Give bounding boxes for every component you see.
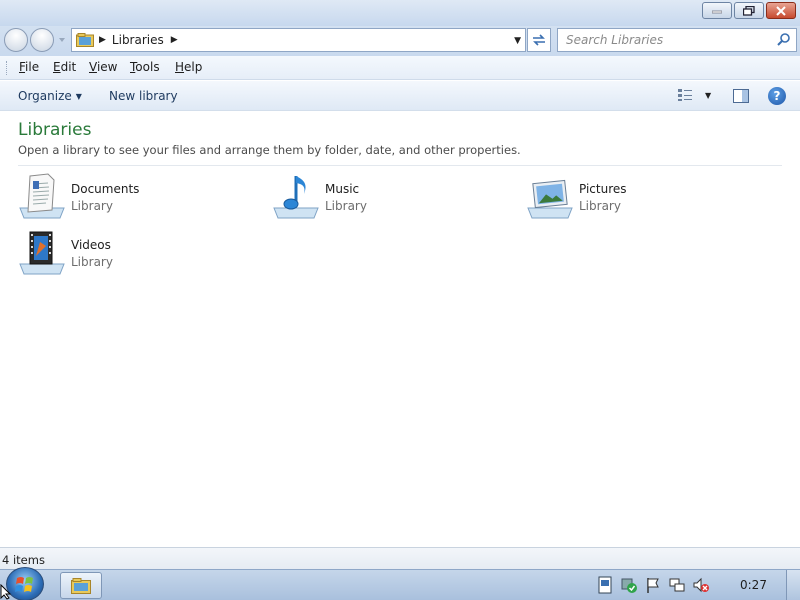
close-icon bbox=[776, 5, 786, 16]
menu-help[interactable]: Help bbox=[175, 60, 202, 74]
search-icon[interactable] bbox=[776, 32, 792, 48]
library-item-music[interactable]: Music Library bbox=[272, 172, 492, 224]
navigation-bar: ▶ Libraries ▶ ▼ bbox=[0, 26, 800, 56]
volume-muted-icon[interactable] bbox=[692, 576, 710, 594]
item-count: 4 items bbox=[2, 553, 45, 567]
videos-library-icon bbox=[19, 231, 65, 275]
organize-dropdown-icon: ▼ bbox=[75, 92, 82, 101]
system-tray bbox=[596, 576, 710, 594]
restore-button[interactable] bbox=[734, 2, 764, 19]
breadcrumb-chevron-icon[interactable]: ▶ bbox=[171, 35, 178, 45]
menu-file-mnemonic: F bbox=[19, 60, 26, 74]
music-library-icon bbox=[273, 176, 319, 219]
mouse-cursor-icon bbox=[0, 584, 12, 600]
security-shield-icon[interactable] bbox=[620, 576, 638, 594]
help-icon[interactable]: ? bbox=[768, 87, 786, 105]
title-bar bbox=[0, 0, 800, 26]
view-dropdown-icon[interactable]: ▼ bbox=[705, 91, 711, 100]
address-bar[interactable]: ▶ Libraries ▶ ▼ bbox=[71, 28, 526, 52]
menu-tools[interactable]: Tools bbox=[130, 60, 160, 74]
library-type: Library bbox=[71, 199, 113, 213]
search-input[interactable] bbox=[566, 29, 776, 51]
menu-view[interactable]: View bbox=[89, 60, 117, 74]
preview-pane-icon[interactable] bbox=[733, 89, 749, 103]
library-name: Pictures bbox=[579, 182, 627, 196]
search-box[interactable] bbox=[557, 28, 797, 52]
menu-file[interactable]: File bbox=[19, 60, 39, 74]
network-icon[interactable] bbox=[668, 576, 686, 594]
organize-button[interactable]: Organize ▼ bbox=[18, 89, 82, 103]
breadcrumb-libraries[interactable]: Libraries bbox=[112, 33, 164, 47]
library-type: Library bbox=[71, 255, 113, 269]
new-library-button[interactable]: New library bbox=[109, 89, 178, 103]
menu-bar: File Edit View Tools Help bbox=[0, 56, 800, 80]
explorer-folder-icon bbox=[71, 577, 91, 594]
documents-library-icon bbox=[19, 173, 65, 219]
windows-logo-icon bbox=[15, 577, 33, 592]
clock[interactable]: 0:27 bbox=[740, 578, 767, 592]
library-type: Library bbox=[579, 199, 621, 213]
caption-buttons bbox=[702, 2, 796, 19]
libraries-folder-icon bbox=[76, 33, 94, 47]
menu-grip bbox=[6, 61, 9, 75]
header-divider bbox=[18, 165, 782, 166]
view-options-icon bbox=[678, 89, 692, 101]
menu-tools-mnemonic: T bbox=[130, 60, 136, 74]
page-title: Libraries bbox=[18, 120, 92, 140]
forward-button[interactable] bbox=[30, 28, 54, 52]
content-pane: Libraries Open a library to see your fil… bbox=[0, 112, 800, 547]
address-history-dropdown-icon[interactable]: ▼ bbox=[514, 36, 521, 46]
restore-icon bbox=[743, 5, 755, 16]
action-center-flag-icon[interactable] bbox=[644, 576, 662, 594]
breadcrumb-separator-icon[interactable]: ▶ bbox=[99, 35, 106, 45]
library-type: Library bbox=[325, 199, 367, 213]
taskbar: 0:27 bbox=[0, 567, 800, 600]
menu-edit-mnemonic: E bbox=[53, 60, 61, 74]
change-view-button[interactable]: ▼ bbox=[677, 88, 711, 102]
minimize-button[interactable] bbox=[702, 2, 732, 19]
library-item-documents[interactable]: Documents Library bbox=[18, 172, 238, 224]
menu-view-mnemonic: V bbox=[89, 60, 97, 74]
minimize-icon bbox=[712, 10, 722, 13]
library-item-videos[interactable]: Videos Library bbox=[18, 228, 238, 280]
status-bar: 4 items bbox=[0, 547, 800, 569]
close-button[interactable] bbox=[766, 2, 796, 19]
taskbar-explorer-button[interactable] bbox=[60, 572, 102, 599]
refresh-button[interactable] bbox=[527, 28, 551, 52]
pictures-library-icon bbox=[527, 179, 573, 219]
menu-edit[interactable]: Edit bbox=[53, 60, 76, 74]
library-name: Videos bbox=[71, 238, 111, 252]
menu-help-mnemonic: H bbox=[175, 60, 185, 74]
command-bar: Organize ▼ New library ▼ ? bbox=[0, 81, 800, 111]
recent-pages-dropdown-icon[interactable] bbox=[58, 36, 66, 44]
library-item-pictures[interactable]: Pictures Library bbox=[526, 172, 746, 224]
refresh-icon bbox=[533, 34, 545, 46]
document-tray-icon[interactable] bbox=[596, 576, 614, 594]
back-button[interactable] bbox=[4, 28, 28, 52]
library-name: Music bbox=[325, 182, 360, 196]
page-description: Open a library to see your files and arr… bbox=[18, 143, 521, 157]
library-name: Documents bbox=[71, 182, 140, 196]
organize-label: Organize bbox=[18, 89, 72, 103]
show-desktop-button[interactable] bbox=[786, 570, 800, 600]
